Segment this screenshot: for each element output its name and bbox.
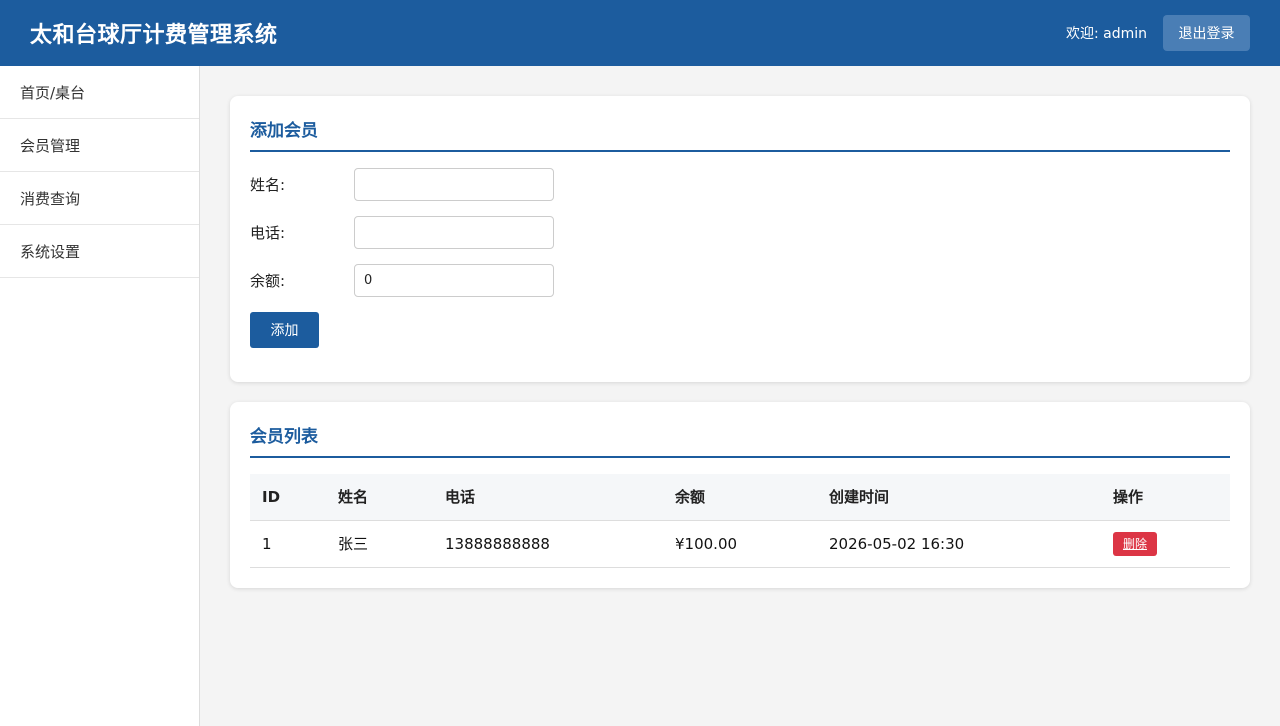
sidebar-item-settings[interactable]: 系统设置: [0, 225, 199, 278]
app-title: 太和台球厅计费管理系统: [30, 23, 278, 48]
phone-row: 电话:: [250, 215, 1230, 249]
sidebar-item-consumption[interactable]: 消费查询: [0, 172, 199, 225]
sidebar-item-home-tables[interactable]: 首页/桌台: [0, 66, 199, 119]
column-header-id: ID: [250, 474, 326, 521]
delete-member-button[interactable]: 删除: [1113, 531, 1157, 556]
phone-input[interactable]: [354, 215, 554, 249]
cell-id: 1: [250, 520, 326, 568]
member-table: ID 姓名 电话 余额 创建时间 操作 1 张三 13888888888 ¥10…: [250, 474, 1230, 568]
cell-name: 张三: [326, 520, 433, 568]
balance-input[interactable]: [354, 263, 554, 297]
column-header-phone: 电话: [433, 474, 663, 521]
top-header: 太和台球厅计费管理系统 欢迎: admin 退出登录: [0, 0, 1280, 66]
cell-phone: 13888888888: [433, 520, 663, 568]
column-header-action: 操作: [1101, 474, 1230, 521]
column-header-created: 创建时间: [817, 474, 1101, 521]
column-header-balance: 余额: [663, 474, 817, 521]
cell-balance: ¥100.00: [663, 520, 817, 568]
name-input[interactable]: [354, 167, 554, 201]
table-row: 1 张三 13888888888 ¥100.00 2026-05-02 16:3…: [250, 520, 1230, 568]
member-list-card: 会员列表 ID 姓名 电话 余额 创建时间 操作 1 张三 1388888888…: [230, 402, 1250, 588]
column-header-name: 姓名: [326, 474, 433, 521]
header-user-area: 欢迎: admin 退出登录: [1066, 15, 1250, 51]
phone-label: 电话:: [250, 223, 286, 242]
add-member-button[interactable]: 添加: [250, 312, 319, 348]
add-member-card: 添加会员 姓名: 电话: 余额: 添加: [230, 96, 1250, 382]
cell-action: 删除: [1101, 520, 1230, 568]
name-label: 姓名:: [250, 175, 286, 194]
sidebar: 首页/桌台 会员管理 消费查询 系统设置: [0, 66, 200, 726]
balance-label: 余额:: [250, 271, 286, 290]
cell-created: 2026-05-02 16:30: [817, 520, 1101, 568]
name-row: 姓名:: [250, 167, 1230, 201]
table-header-row: ID 姓名 电话 余额 创建时间 操作: [250, 474, 1230, 521]
main-content: 添加会员 姓名: 电话: 余额: 添加 会员列表: [200, 66, 1280, 726]
add-member-title: 添加会员: [250, 116, 1230, 152]
balance-row: 余额:: [250, 263, 1230, 297]
sidebar-item-members[interactable]: 会员管理: [0, 119, 199, 172]
logout-button[interactable]: 退出登录: [1163, 15, 1250, 51]
member-list-title: 会员列表: [250, 422, 1230, 458]
welcome-text: 欢迎: admin: [1065, 26, 1147, 42]
